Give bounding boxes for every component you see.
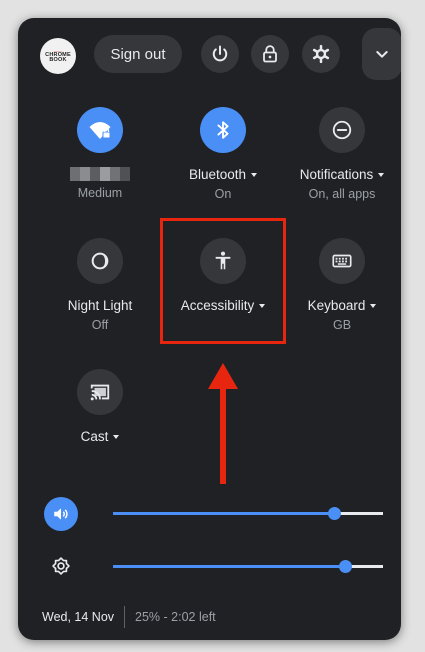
caret-down-icon	[113, 434, 120, 439]
settings-icon	[312, 44, 330, 64]
brightness-slider[interactable]	[113, 560, 383, 573]
avatar-text: CHROME BOOK	[45, 51, 71, 63]
bluetooth-label: Bluetooth	[188, 167, 247, 182]
brightness-button[interactable]	[44, 549, 78, 583]
night-light-status: Off	[91, 318, 109, 332]
annotation-arrow-shaft	[220, 388, 226, 484]
notifications-label-row[interactable]: Notifications	[300, 167, 385, 182]
status-footer: Wed, 14 Nov 25% - 2:02 left	[42, 606, 216, 628]
keyboard-toggle[interactable]	[319, 238, 365, 284]
tile-wifi: Medium	[40, 107, 160, 200]
caret-down-icon	[370, 303, 377, 308]
power-button[interactable]	[201, 35, 239, 73]
chevron-down-icon	[376, 51, 388, 58]
wifi-icon	[89, 122, 111, 139]
volume-slider[interactable]	[113, 507, 383, 520]
date-label[interactable]: Wed, 14 Nov	[42, 610, 114, 624]
battery-status[interactable]: 25% - 2:02 left	[135, 610, 216, 624]
bluetooth-label-row[interactable]: Bluetooth	[188, 167, 258, 182]
keyboard-icon	[332, 254, 352, 268]
tile-bluetooth: Bluetooth On	[163, 107, 283, 201]
notifications-toggle[interactable]	[319, 107, 365, 153]
keyboard-layout: GB	[332, 318, 352, 332]
night-light-toggle[interactable]	[77, 238, 123, 284]
footer-divider	[124, 606, 126, 628]
annotation-highlight-box	[160, 218, 286, 344]
volume-icon	[54, 508, 68, 520]
power-icon	[212, 45, 228, 62]
caret-down-icon	[251, 172, 258, 177]
tile-night-light: Night Light Off	[40, 238, 160, 332]
settings-button[interactable]	[302, 35, 340, 73]
avatar[interactable]: ........ CHROME BOOK	[40, 38, 76, 74]
wifi-toggle[interactable]	[77, 107, 123, 153]
brightness-slider-thumb[interactable]	[339, 560, 353, 573]
volume-slider-fill	[113, 512, 335, 515]
volume-slider-thumb[interactable]	[328, 507, 342, 520]
caret-down-icon	[378, 172, 385, 177]
notifications-label: Notifications	[299, 167, 374, 182]
brightness-slider-fill	[113, 565, 346, 568]
brightness-icon	[52, 557, 70, 575]
do-not-disturb-icon	[332, 120, 352, 140]
sign-out-button[interactable]: Sign out	[94, 35, 182, 73]
wifi-status: Medium	[77, 186, 123, 200]
tile-keyboard: Keyboard GB	[282, 238, 401, 332]
notifications-status: On, all apps	[308, 187, 376, 201]
tile-notifications: Notifications On, all apps	[282, 107, 401, 201]
redacted-network-name	[70, 167, 130, 181]
volume-mute-button[interactable]	[44, 497, 78, 531]
bluetooth-toggle[interactable]	[200, 107, 246, 153]
cast-icon	[90, 384, 110, 401]
annotation-arrow-head	[208, 363, 238, 389]
collapse-button[interactable]	[362, 28, 401, 80]
quick-settings-panel: ........ CHROME BOOK Sign out Medium Blu…	[18, 18, 401, 640]
bluetooth-status: On	[214, 187, 232, 201]
wifi-network-name	[70, 167, 130, 181]
night-light-icon	[91, 252, 109, 270]
cast-label-row[interactable]: Cast	[81, 429, 120, 444]
night-light-label-row: Night Light	[68, 298, 133, 313]
keyboard-label-row[interactable]: Keyboard	[308, 298, 377, 313]
bluetooth-icon	[217, 121, 229, 139]
cast-toggle[interactable]	[77, 369, 123, 415]
cast-label: Cast	[80, 429, 109, 444]
tile-cast: Cast	[40, 369, 160, 444]
lock-icon	[263, 45, 277, 63]
lock-button[interactable]	[251, 35, 289, 73]
keyboard-label: Keyboard	[307, 298, 366, 313]
night-light-label: Night Light	[67, 298, 133, 313]
